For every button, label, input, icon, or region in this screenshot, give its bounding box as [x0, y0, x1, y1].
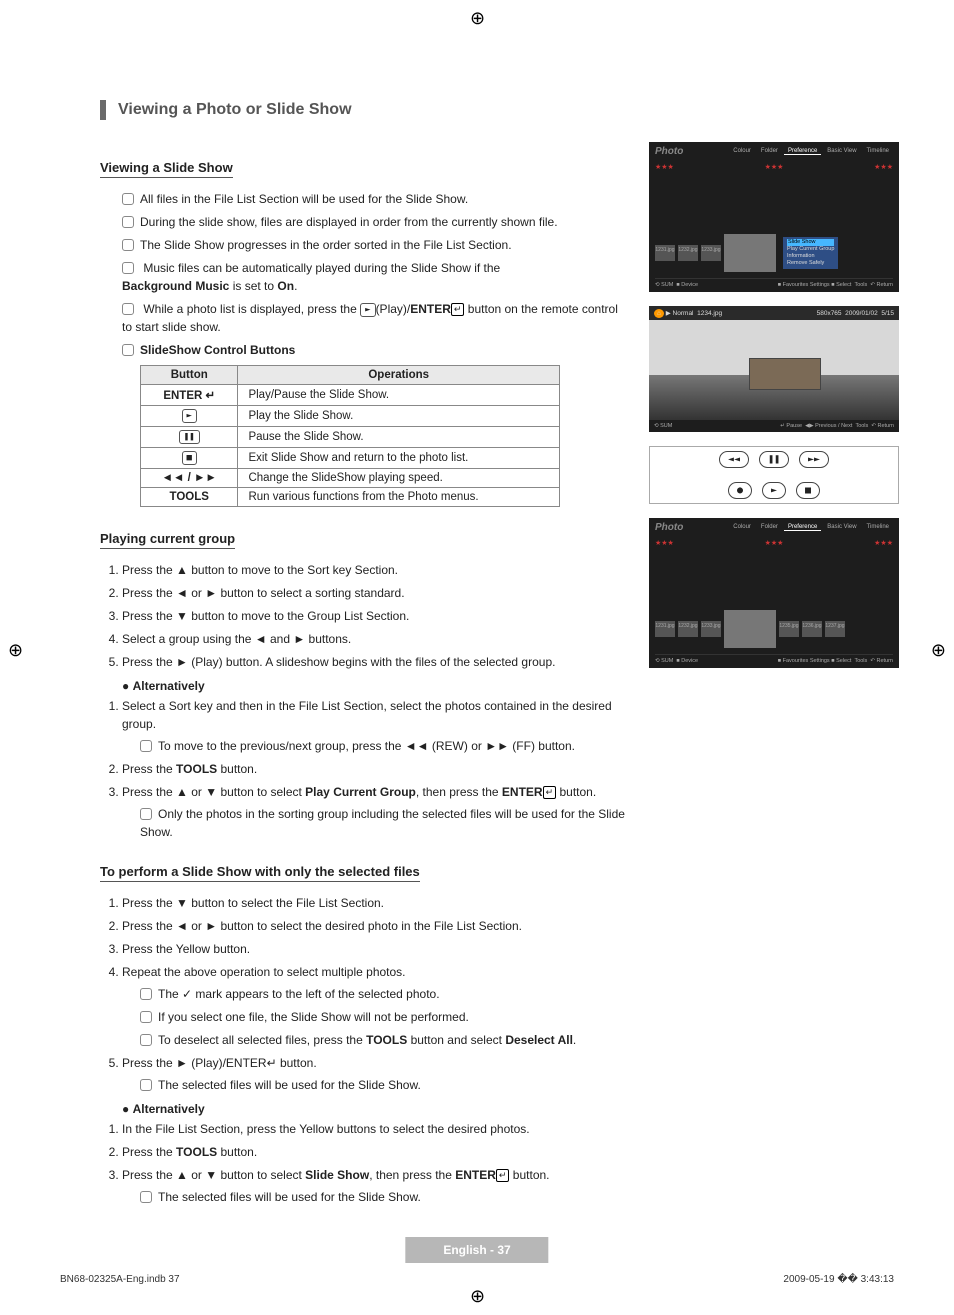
- note-item: The Slide Show progresses in the order s…: [122, 236, 629, 254]
- mock-photo-browser-popup: Photo Colour Folder Preference Basic Vie…: [649, 142, 899, 292]
- registration-mark-icon: ⊕: [470, 8, 485, 29]
- section-playing-title: Playing current group: [100, 531, 235, 549]
- mock-player-image: [649, 320, 899, 420]
- table-row: ◄◄ / ►►Change the SlideShow playing spee…: [141, 469, 560, 488]
- registration-mark-icon: ⊕: [931, 640, 946, 661]
- subnote-item: If you select one file, the Slide Show w…: [140, 1008, 629, 1026]
- steps-selected: Press the ▼ button to select the File Li…: [122, 894, 629, 1094]
- enter-icon: [496, 1169, 510, 1182]
- step-item: Repeat the above operation to select mul…: [122, 963, 629, 1049]
- header-title-text: Viewing a Photo or Slide Show: [118, 101, 352, 119]
- subnote-item: The ✓ mark appears to the left of the se…: [140, 985, 629, 1003]
- mock-thumb: 1231.jpg: [655, 245, 675, 261]
- mock-thumb: 1236.jpg: [802, 621, 822, 637]
- viewing-notes: All files in the File List Section will …: [122, 190, 629, 359]
- note-item: During the slide show, files are display…: [122, 213, 629, 231]
- mock-thumb: 1232.jpg: [678, 245, 698, 261]
- subnote-item: The selected files will be used for the …: [140, 1188, 629, 1206]
- enter-icon: [451, 303, 465, 316]
- mock-slideshow-player: ⌂ ▶ Normal 1234.jpg 580x765 2009/01/02 5…: [649, 306, 899, 432]
- step-item: Press the ▲ or ▼ button to select Slide …: [122, 1166, 629, 1206]
- remote-ff-icon: ►►: [799, 451, 829, 468]
- subnote-item: To deselect all selected files, press th…: [140, 1031, 629, 1049]
- steps-alt2: In the File List Section, press the Yell…: [122, 1120, 629, 1206]
- mock-tabs: Colour Folder Preference Basic View Time…: [729, 148, 893, 155]
- remote-play-icon: ►: [762, 482, 786, 499]
- step-item: Select a group using the ◄ and ► buttons…: [122, 630, 629, 648]
- page-number: English - 37: [405, 1237, 548, 1263]
- step-item: Press the ◄ or ► button to select the de…: [122, 917, 629, 935]
- mock-thumb: 1231.jpg: [655, 621, 675, 637]
- step-item: Press the Yellow button.: [122, 940, 629, 958]
- footer-left: BN68-02325A-Eng.indb 37: [60, 1274, 180, 1285]
- table-row: TOOLSRun various functions from the Phot…: [141, 488, 560, 507]
- step-item: Press the ▼ button to select the File Li…: [122, 894, 629, 912]
- mock-thumb: 1237.jpg: [825, 621, 845, 637]
- remote-rew-icon: ◄◄: [719, 451, 749, 468]
- mock-photo-browser-grouped: Photo Colour Folder Preference Basic Vie…: [649, 518, 899, 668]
- step-item: Select a Sort key and then in the File L…: [122, 697, 629, 755]
- step-item: Press the ▼ button to move to the Group …: [122, 607, 629, 625]
- note-item: SlideShow Control Buttons: [122, 341, 629, 359]
- note-item: All files in the File List Section will …: [122, 190, 629, 208]
- mock-tabs: Colour Folder Preference Basic View Time…: [729, 524, 893, 531]
- remote-pause-icon: ❚❚: [759, 451, 789, 468]
- registration-mark-icon: ⊕: [470, 1286, 485, 1307]
- note-item: While a photo list is displayed, press t…: [122, 300, 629, 336]
- subnote-item: To move to the previous/next group, pres…: [140, 737, 629, 755]
- table-row: ■Exit Slide Show and return to the photo…: [141, 448, 560, 469]
- alternatively-label: Alternatively: [122, 1102, 629, 1116]
- step-item: Press the ▲ button to move to the Sort k…: [122, 561, 629, 579]
- footer-right: 2009-05-19 �� 3:43:13: [783, 1274, 894, 1285]
- table-header-button: Button: [141, 366, 238, 385]
- section-viewing-title: Viewing a Slide Show: [100, 160, 233, 178]
- control-buttons-table: Button Operations ENTER ↵Play/Pause the …: [140, 365, 560, 507]
- step-item: Press the TOOLS button.: [122, 1143, 629, 1161]
- mock-remote-buttons: ◄◄ ❚❚ ►► ● ► ■: [649, 446, 899, 504]
- mock-context-popup: Slide Show Play Current Group Informatio…: [783, 237, 838, 270]
- table-header-operations: Operations: [238, 366, 560, 385]
- mock-thumb: 1232.jpg: [678, 621, 698, 637]
- note-item: Music files can be automatically played …: [122, 259, 629, 295]
- subnote-item: Only the photos in the sorting group inc…: [140, 805, 629, 841]
- mock-thumb: 1233.jpg: [701, 245, 721, 261]
- mock-thumb-selected: 1234.jpg 5/15 ★★★: [724, 610, 776, 648]
- mock-thumb: 1233.jpg: [701, 621, 721, 637]
- steps-alt1: Select a Sort key and then in the File L…: [122, 697, 629, 841]
- mock-thumb: 1235.jpg: [779, 621, 799, 637]
- mock-thumb-selected: 1234.jpg 5/15 ★★★: [724, 234, 776, 272]
- registration-mark-icon: ⊕: [8, 640, 23, 661]
- play-icon: ►: [360, 303, 375, 317]
- step-item: Press the ► (Play)/ENTER↵ button. The se…: [122, 1054, 629, 1094]
- table-row: ►Play the Slide Show.: [141, 406, 560, 427]
- alternatively-label: Alternatively: [122, 679, 629, 693]
- remote-record-icon: ●: [728, 482, 752, 499]
- subnote-item: The selected files will be used for the …: [140, 1076, 629, 1094]
- step-item: Press the ◄ or ► button to select a sort…: [122, 584, 629, 602]
- step-item: Press the TOOLS button.: [122, 760, 629, 778]
- step-item: Press the ▲ or ▼ button to select Play C…: [122, 783, 629, 841]
- steps-playing: Press the ▲ button to move to the Sort k…: [122, 561, 629, 671]
- rew-ff-icons: ◄◄ / ►►: [162, 472, 217, 484]
- header-accent: [100, 100, 106, 120]
- enter-icon: [543, 786, 557, 799]
- step-item: In the File List Section, press the Yell…: [122, 1120, 629, 1138]
- mock-photo-label: Photo: [655, 146, 683, 157]
- table-row: ❚❚Pause the Slide Show.: [141, 427, 560, 448]
- remote-stop-icon: ■: [796, 482, 820, 499]
- section-selected-title: To perform a Slide Show with only the se…: [100, 864, 420, 882]
- step-item: Press the ► (Play) button. A slideshow b…: [122, 653, 629, 671]
- page-title: Viewing a Photo or Slide Show: [100, 100, 899, 120]
- mock-photo-label: Photo: [655, 522, 683, 533]
- table-row: ENTER ↵Play/Pause the Slide Show.: [141, 385, 560, 406]
